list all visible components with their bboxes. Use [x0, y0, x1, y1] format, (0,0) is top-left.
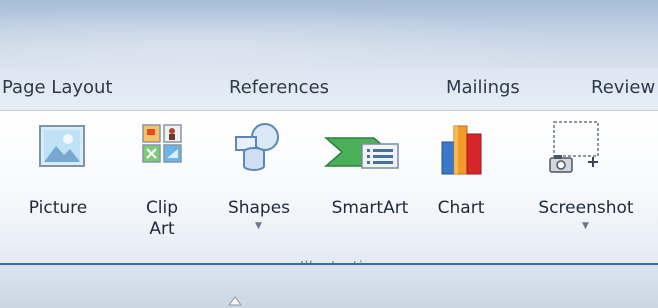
screenshot-label: Screenshot: [538, 198, 634, 218]
clip-art-icon: [142, 124, 182, 163]
smartart-button[interactable]: SmartArt: [318, 118, 422, 253]
chart-label: Chart: [437, 198, 485, 218]
shapes-icon: [235, 123, 279, 171]
shapes-button[interactable]: Shapes ▼: [220, 118, 306, 253]
shapes-dropdown-icon: ▼: [255, 221, 262, 231]
tab-references[interactable]: References: [229, 77, 329, 98]
title-bar: [0, 0, 658, 68]
ruler-bar: [0, 265, 658, 308]
screenshot-icon: [549, 121, 599, 173]
clip-art-button[interactable]: Clip Art: [134, 118, 194, 253]
picture-icon: [39, 125, 85, 167]
clip-art-label-line2: Art: [149, 219, 175, 239]
picture-button[interactable]: Picture: [28, 118, 104, 253]
clip-art-label-line1: Clip: [145, 198, 179, 218]
smartart-label: SmartArt: [331, 198, 409, 218]
tab-mailings[interactable]: Mailings: [446, 77, 520, 98]
chart-icon: [441, 125, 482, 175]
tab-review[interactable]: Review: [591, 77, 655, 98]
screenshot-dropdown-icon: ▼: [582, 221, 589, 231]
shapes-label: Shapes: [227, 198, 291, 218]
ruler-indent-marker[interactable]: [228, 296, 242, 306]
smartart-icon: [324, 137, 399, 169]
picture-label: Picture: [28, 198, 88, 218]
screenshot-button[interactable]: Screenshot ▼: [516, 118, 658, 253]
tab-page-layout[interactable]: Page Layout: [2, 77, 113, 98]
chart-button[interactable]: Chart: [432, 118, 496, 253]
